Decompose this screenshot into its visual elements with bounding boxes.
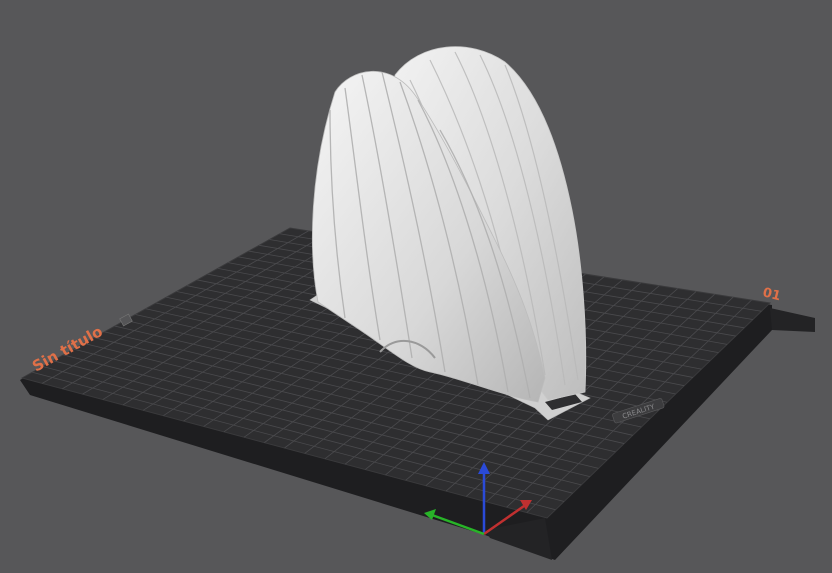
plate-number-label: 01: [761, 285, 782, 304]
scene-canvas[interactable]: Sin título 01 CREALITY: [0, 0, 832, 573]
plate-tab-right: [770, 308, 815, 332]
3d-viewport[interactable]: Sin título 01 CREALITY: [0, 0, 832, 573]
